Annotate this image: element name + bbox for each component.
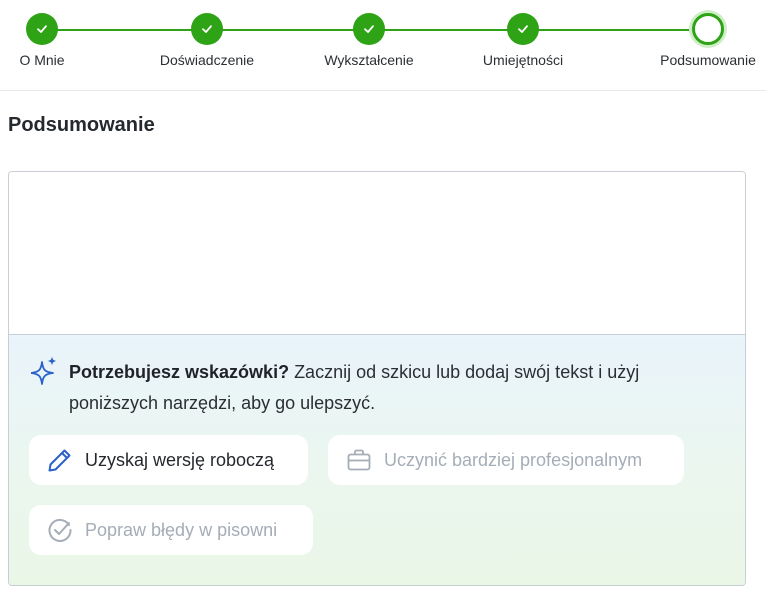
step-doswiadczenie[interactable]: Doświadczenie (142, 0, 272, 90)
step-current-indicator (692, 13, 724, 45)
button-label: Popraw błędy w pisowni (85, 519, 278, 540)
summary-textarea[interactable] (9, 172, 745, 335)
step-label: O Mnie (19, 52, 65, 68)
button-label: Uzyskaj wersję roboczą (85, 449, 275, 470)
checkmark-icon (364, 25, 374, 33)
fix-spelling-button[interactable]: Popraw błędy w pisowni (29, 505, 313, 555)
section-title: Podsumowanie (8, 114, 155, 136)
get-draft-button[interactable]: Uzyskaj wersję roboczą (29, 435, 308, 485)
step-podsumowanie[interactable]: Podsumowanie (636, 0, 766, 90)
step-label: Wykształcenie (324, 52, 414, 68)
step-complete-indicator (26, 13, 58, 45)
step-complete-indicator (507, 13, 539, 45)
checkmark-icon (202, 25, 212, 33)
step-o-mnie[interactable]: O Mnie (0, 0, 107, 90)
button-label: Uczynić bardziej profesjonalnym (384, 449, 643, 470)
step-label: Umiejętności (482, 52, 564, 68)
step-label: Podsumowanie (660, 52, 756, 68)
step-label: Doświadczenie (159, 52, 255, 68)
assistant-hint: Potrzebujesz wskazówki? Zacznij od szkic… (69, 357, 709, 419)
step-wyksztalcenie[interactable]: Wykształcenie (304, 0, 434, 90)
ai-assistant-panel: Potrzebujesz wskazówki? Zacznij od szkic… (9, 335, 745, 585)
check-circle-icon (48, 518, 72, 542)
pencil-icon (48, 449, 71, 472)
checkmark-icon (518, 25, 528, 33)
step-complete-indicator (191, 13, 223, 45)
make-professional-button[interactable]: Uczynić bardziej profesjonalnym (328, 435, 684, 485)
step-complete-indicator (353, 13, 385, 45)
step-umiejetnosci[interactable]: Umiejętności (458, 0, 588, 90)
briefcase-icon (347, 449, 371, 471)
checkmark-icon (37, 25, 47, 33)
sparkle-icon (31, 356, 57, 385)
progress-stepper: O Mnie Doświadczenie Wykształcenie Umiej… (0, 0, 766, 91)
summary-editor: Potrzebujesz wskazówki? Zacznij od szkic… (8, 171, 746, 586)
hint-bold-text: Potrzebujesz wskazówki? (69, 362, 290, 382)
